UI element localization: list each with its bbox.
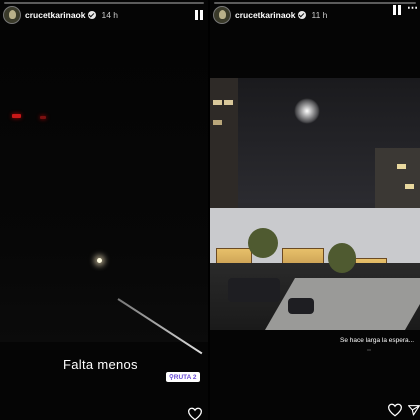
send-icon[interactable] <box>407 404 420 416</box>
street-lamp <box>97 258 102 263</box>
tree <box>328 243 356 273</box>
story-photo <box>0 30 208 355</box>
story-progress-bar <box>214 2 416 4</box>
timestamp: 11 h <box>311 10 328 20</box>
story-progress-bar <box>4 2 204 4</box>
avatar[interactable] <box>3 6 21 24</box>
story-caption: Se hace larga la espera... <box>340 337 415 344</box>
verified-icon <box>298 11 307 19</box>
car <box>228 278 280 302</box>
more-icon[interactable]: ⋯ <box>407 3 418 14</box>
pause-icon[interactable] <box>392 5 402 15</box>
username[interactable]: crucetkarinaok <box>235 10 295 20</box>
car <box>288 298 314 314</box>
story-header: crucetkarinaok 11 h <box>213 5 414 25</box>
story-caption: Falta menos <box>63 357 138 372</box>
road-marking <box>117 298 203 355</box>
heart-icon[interactable] <box>187 407 203 420</box>
story-photo <box>210 78 420 330</box>
building <box>210 78 238 218</box>
heart-icon[interactable] <box>387 403 403 417</box>
pause-icon[interactable] <box>194 10 204 20</box>
story-panel-left[interactable]: crucetkarinaok 14 h Falta menos ⚲RUTA 2 <box>0 0 208 420</box>
timestamp: 14 h <box>101 10 119 20</box>
username[interactable]: crucetkarinaok <box>25 10 85 20</box>
avatar[interactable] <box>213 6 231 24</box>
red-light <box>40 116 46 119</box>
story-header: crucetkarinaok 14 h <box>3 5 202 25</box>
location-tag[interactable] <box>367 349 371 351</box>
location-sticker[interactable]: ⚲RUTA 2 <box>166 372 200 382</box>
story-panel-right[interactable]: crucetkarinaok 11 h ⋯ Se hace larga la e… <box>210 0 420 420</box>
window-glare <box>294 98 320 124</box>
verified-icon <box>88 11 97 19</box>
red-light <box>12 114 21 118</box>
tree <box>248 228 278 258</box>
